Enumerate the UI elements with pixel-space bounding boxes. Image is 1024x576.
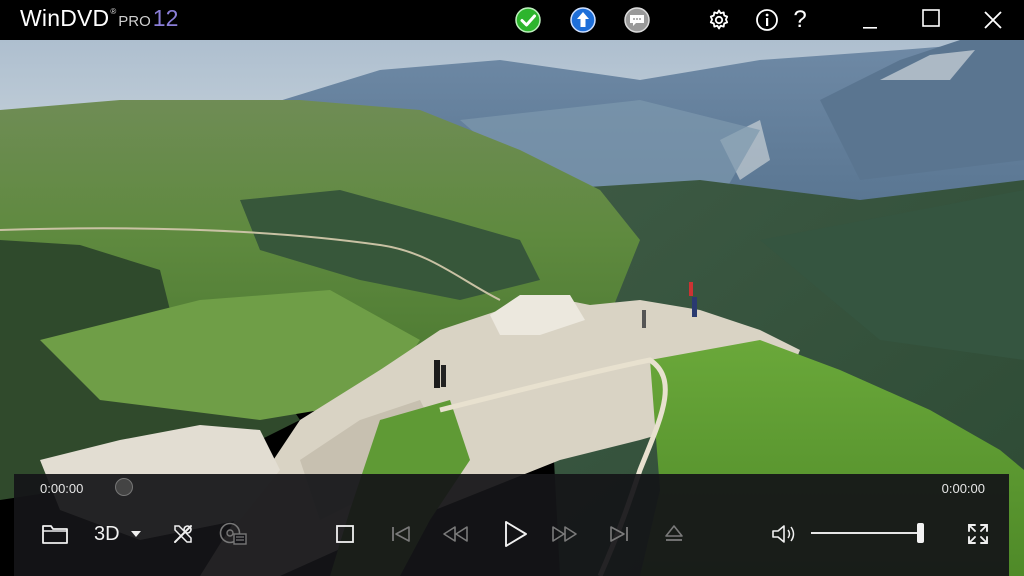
- eject-button[interactable]: [662, 518, 686, 550]
- settings-icon[interactable]: [706, 7, 732, 33]
- play-button[interactable]: [500, 518, 530, 550]
- fullscreen-icon: [968, 524, 988, 544]
- speaker-icon: [772, 525, 795, 543]
- volume-slider-track[interactable]: [811, 532, 921, 534]
- help-icon[interactable]: ?: [787, 6, 813, 33]
- rewind-icon: [443, 526, 468, 542]
- tools-icon: [174, 525, 192, 543]
- open-folder-button[interactable]: [40, 518, 70, 550]
- brand-edition: PRO: [118, 13, 151, 30]
- tools-button[interactable]: [170, 518, 196, 550]
- brand-registered: ®: [110, 7, 117, 16]
- stop-icon: [336, 525, 354, 543]
- maximize-icon[interactable]: [918, 5, 944, 31]
- fast-forward-icon: [552, 526, 577, 542]
- volume-slider-knob[interactable]: [917, 523, 924, 543]
- volume-button[interactable]: [770, 518, 798, 550]
- seek-slider-knob[interactable]: [115, 478, 133, 496]
- folder-icon: [42, 525, 68, 544]
- playback-control-panel: 0:00:00 0:00:00 3D: [14, 474, 1009, 576]
- brand-version: 12: [152, 5, 179, 31]
- mode-3d-label: 3D: [94, 522, 120, 545]
- help-label: ?: [793, 6, 807, 33]
- skip-previous-icon: [392, 526, 410, 542]
- title-bar: WinDVD ® PRO 12 ?: [0, 0, 1024, 40]
- chevron-down-icon: [130, 531, 141, 537]
- fullscreen-button[interactable]: [964, 518, 992, 550]
- skip-next-icon: [610, 526, 628, 542]
- fast-forward-button[interactable]: [550, 518, 580, 550]
- play-icon: [505, 521, 527, 547]
- brand-name: WinDVD: [20, 5, 110, 31]
- rewind-button[interactable]: [440, 518, 470, 550]
- upgrade-icon[interactable]: [570, 7, 596, 33]
- minimize-icon[interactable]: [857, 7, 883, 33]
- check-status-icon[interactable]: [515, 7, 541, 33]
- eject-icon: [665, 525, 683, 541]
- stop-button[interactable]: [334, 518, 356, 550]
- snapshot-button[interactable]: [218, 518, 248, 550]
- close-icon[interactable]: [980, 7, 1006, 33]
- total-time: 0:00:00: [941, 481, 985, 496]
- info-icon[interactable]: [754, 7, 780, 33]
- app-logo: WinDVD ® PRO 12: [20, 5, 178, 32]
- previous-chapter-button[interactable]: [388, 518, 414, 550]
- settings-screen-icon: [219, 522, 247, 545]
- feedback-icon[interactable]: [624, 7, 650, 33]
- next-chapter-button[interactable]: [606, 518, 632, 550]
- current-time: 0:00:00: [40, 481, 84, 496]
- mode-3d-dropdown[interactable]: 3D: [94, 518, 150, 550]
